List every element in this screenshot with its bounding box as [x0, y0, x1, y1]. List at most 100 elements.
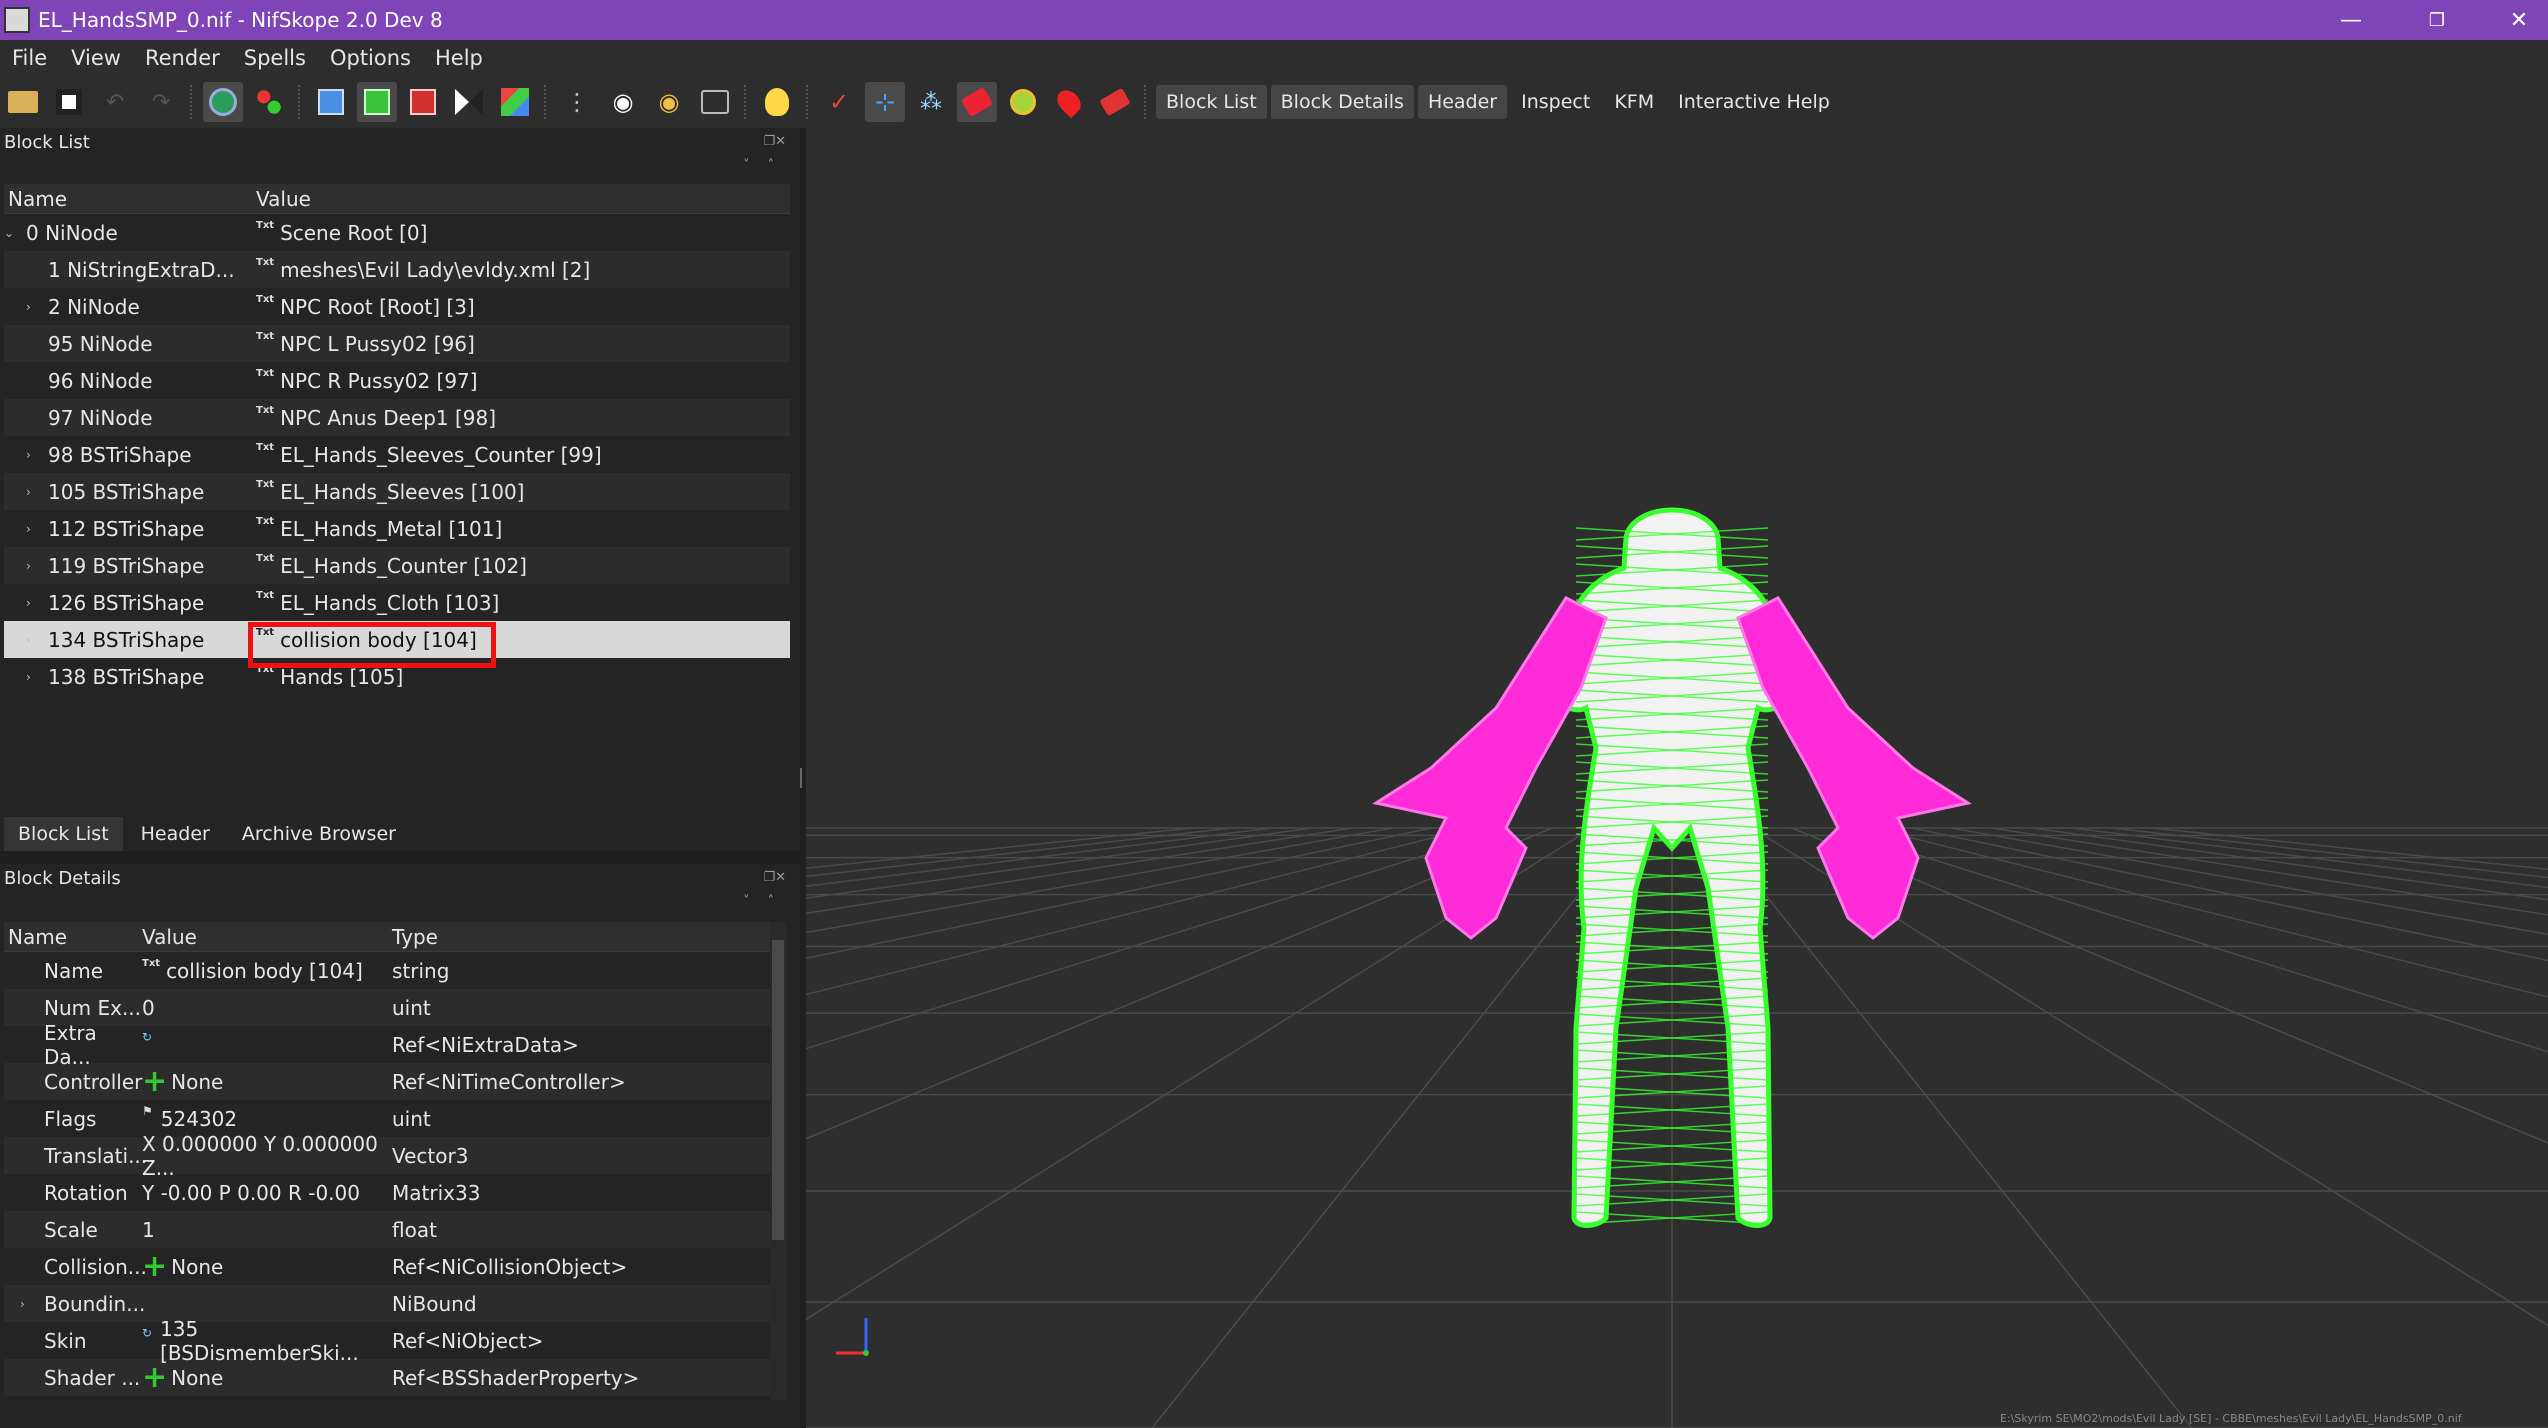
detail-value-cell[interactable]: + None — [142, 1063, 392, 1100]
column-value[interactable]: Value — [142, 925, 392, 949]
collapse-arrow-icon[interactable]: › — [26, 596, 31, 610]
detail-value-cell[interactable]: Txt collision body [104] — [142, 952, 392, 989]
view-front-icon[interactable] — [311, 82, 351, 122]
detail-value-cell[interactable]: 1 — [142, 1211, 392, 1248]
block-row[interactable]: › 2 NiNode Txt NPC Root [Root] [3] — [4, 288, 790, 325]
select-vertex-icon[interactable]: ✓ — [819, 82, 859, 122]
view-top-icon[interactable] — [357, 82, 397, 122]
collapse-arrow-icon[interactable]: › — [26, 522, 31, 536]
undo-icon[interactable]: ↶ — [95, 82, 135, 122]
column-value[interactable]: Value — [256, 187, 311, 211]
block-row[interactable]: 96 NiNode Txt NPC R Pussy02 [97] — [4, 362, 790, 399]
eye-alt-icon[interactable]: ◉ — [649, 82, 689, 122]
column-type[interactable]: Type — [392, 925, 438, 949]
grid-line — [806, 827, 1273, 888]
open-file-icon[interactable] — [3, 82, 43, 122]
detail-row[interactable]: Collision... + None Ref<NiCollisionObject> — [4, 1248, 772, 1285]
block-row[interactable]: › 98 BSTriShape Txt EL_Hands_Sleeves_Counte… — [4, 436, 790, 473]
collapse-arrow-icon[interactable]: › — [26, 448, 31, 462]
detail-value-cell[interactable]: ↻ — [142, 1026, 392, 1063]
block-row[interactable]: › 112 BSTriShape Txt EL_Hands_Metal [101] — [4, 510, 790, 547]
detail-value-cell[interactable]: + None — [142, 1248, 392, 1285]
menu-help[interactable]: Help — [423, 46, 495, 70]
constraints-icon[interactable] — [1003, 82, 1043, 122]
block-row[interactable]: ⌄ 0 NiNode Txt Scene Root [0] — [4, 214, 790, 251]
detail-row[interactable]: Shader ... + None Ref<BSShaderProperty> — [4, 1359, 772, 1396]
detail-row[interactable]: Translati... X 0.000000 Y 0.000000 Z... Ve… — [4, 1132, 772, 1180]
toolbar-kfm-button[interactable]: KFM — [1604, 85, 1664, 119]
block-row-name: 112 BSTriShape — [48, 516, 205, 541]
detail-value-cell[interactable]: X 0.000000 Y 0.000000 Z... — [142, 1132, 392, 1180]
detail-row[interactable]: Extra Da... ↻ Ref<NiExtraData> — [4, 1021, 772, 1069]
column-name[interactable]: Name — [4, 925, 142, 949]
toolbar-interactive-help-button[interactable]: Interactive Help — [1668, 85, 1840, 119]
scroll-arrows[interactable]: ˅˄ — [743, 894, 792, 909]
collapse-arrow-icon[interactable]: › — [26, 633, 31, 647]
detail-type: Vector3 — [392, 1143, 469, 1168]
menu-view[interactable]: View — [59, 46, 133, 70]
block-row[interactable]: 95 NiNode Txt NPC L Pussy02 [96] — [4, 325, 790, 362]
detail-value-cell[interactable]: 0 — [142, 989, 392, 1026]
tab-block-list[interactable]: Block List — [4, 817, 123, 851]
toolbar-inspect-button[interactable]: Inspect — [1511, 85, 1600, 119]
menu-file[interactable]: File — [0, 46, 59, 70]
redo-icon[interactable]: ↷ — [141, 82, 181, 122]
eye-icon[interactable]: ◉ — [603, 82, 643, 122]
lighting-icon[interactable] — [757, 82, 797, 122]
menu-render[interactable]: Render — [133, 46, 232, 70]
toolbar-block-list-button[interactable]: Block List — [1156, 85, 1267, 119]
restore-button[interactable]: ❐ — [2396, 0, 2478, 40]
load-view-icon[interactable] — [203, 82, 243, 122]
menu-options[interactable]: Options — [318, 46, 423, 70]
markers-icon[interactable] — [1049, 82, 1089, 122]
menu-spells[interactable]: Spells — [232, 46, 318, 70]
scrollbar-thumb[interactable] — [772, 940, 784, 1240]
view-side-icon[interactable] — [403, 82, 443, 122]
walk-icon[interactable]: ⋮ — [557, 82, 597, 122]
expand-arrow-icon[interactable]: ⌄ — [4, 226, 14, 240]
collapse-arrow-icon[interactable]: › — [26, 559, 31, 573]
dock-controls[interactable]: ❐✕ — [763, 870, 786, 885]
save-icon[interactable] — [49, 82, 89, 122]
collapse-arrow-icon[interactable]: › — [26, 300, 31, 314]
detail-row[interactable]: Name Txt collision body [104] string — [4, 952, 772, 989]
detail-value-cell[interactable]: + None — [142, 1359, 392, 1396]
detail-value-cell[interactable]: Y -0.00 P 0.00 R -0.00 — [142, 1174, 392, 1211]
scene-render[interactable] — [806, 128, 2548, 1428]
detail-row[interactable]: Scale 1 float — [4, 1211, 772, 1248]
toolbar-header-button[interactable]: Header — [1417, 85, 1508, 119]
block-row[interactable]: 97 NiNode Txt NPC Anus Deep1 [98] — [4, 399, 790, 436]
block-row[interactable]: › 126 BSTriShape Txt EL_Hands_Cloth [103] — [4, 584, 790, 621]
dock-controls[interactable]: ❐✕ — [763, 134, 786, 149]
nodes-icon[interactable]: ⁂ — [911, 82, 951, 122]
collapse-arrow-icon[interactable]: › — [26, 485, 31, 499]
user-view-icon[interactable] — [495, 82, 535, 122]
hide-icon[interactable] — [1095, 82, 1135, 122]
details-scrollbar[interactable] — [770, 922, 786, 1400]
tab-archive-browser[interactable]: Archive Browser — [228, 817, 410, 851]
screenshot-icon[interactable] — [695, 82, 735, 122]
close-button[interactable]: ✕ — [2478, 0, 2548, 40]
tab-header[interactable]: Header — [127, 817, 224, 851]
bones-icon[interactable] — [249, 82, 289, 122]
detail-row[interactable]: Skin ↻ 135 [BSDismemberSki... Ref<NiObject> — [4, 1317, 772, 1365]
minimize-button[interactable]: — — [2310, 0, 2392, 40]
detail-row[interactable]: Rotation Y -0.00 P 0.00 R -0.00 Matrix33 — [4, 1174, 772, 1211]
flip-view-icon[interactable] — [449, 82, 489, 122]
block-row[interactable]: › 105 BSTriShape Txt EL_Hands_Sleeves [100] — [4, 473, 790, 510]
column-name[interactable]: Name — [4, 187, 256, 211]
detail-value-cell[interactable]: ↻ 135 [BSDismemberSki... — [142, 1317, 392, 1365]
txt-icon: Txt — [256, 294, 275, 305]
render-viewport[interactable] — [806, 128, 2548, 1428]
collision-icon[interactable] — [957, 82, 997, 122]
collapse-arrow-icon[interactable]: › — [26, 670, 31, 684]
block-row-value-cell: Txt EL_Hands_Counter [102] — [256, 547, 527, 584]
splitter-handle[interactable] — [800, 768, 802, 788]
axes-icon[interactable]: ⊹ — [865, 82, 905, 122]
detail-row[interactable]: Controller + None Ref<NiTimeController> — [4, 1063, 772, 1100]
block-row[interactable]: 1 NiStringExtraD... Txt meshes\Evil Lady\e… — [4, 251, 790, 288]
toolbar-block-details-button[interactable]: Block Details — [1270, 85, 1414, 119]
collapse-arrow-icon[interactable]: › — [20, 1297, 25, 1311]
block-row[interactable]: › 119 BSTriShape Txt EL_Hands_Counter [102] — [4, 547, 790, 584]
scroll-arrows[interactable]: ˅˄ — [743, 158, 792, 173]
